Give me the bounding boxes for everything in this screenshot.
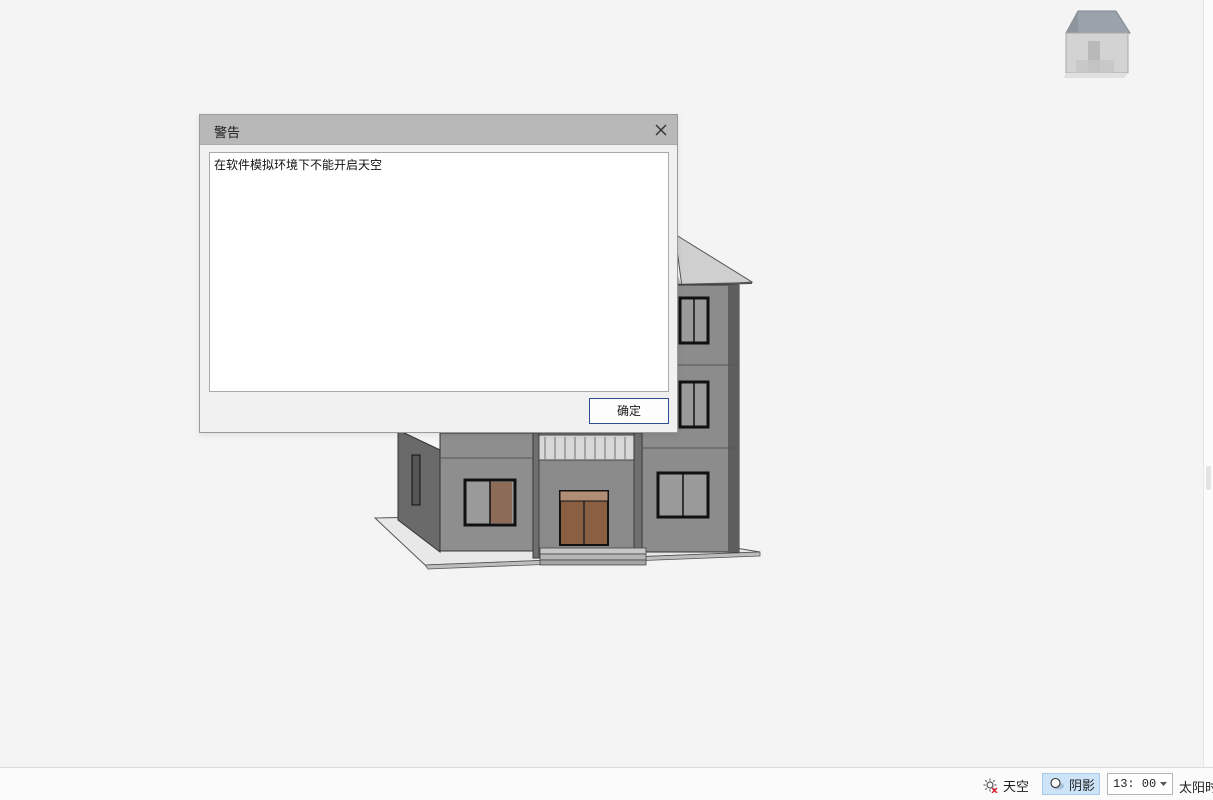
- view-cube[interactable]: [1058, 8, 1134, 78]
- sun-time-select[interactable]: 13: 00: [1107, 773, 1173, 795]
- dialog-title: 警告: [214, 125, 241, 140]
- sky-toggle[interactable]: 天空: [979, 775, 1033, 795]
- close-icon[interactable]: [651, 120, 671, 140]
- dialog-titlebar[interactable]: 警告: [200, 115, 677, 145]
- shadow-toggle[interactable]: 阴影: [1042, 773, 1100, 795]
- time-value: 13: 00: [1113, 777, 1157, 791]
- status-bar: 天空 阴影 13: 00 太阳时: [0, 767, 1213, 800]
- right-panel-scrollbar[interactable]: [1203, 0, 1213, 767]
- sky-label: 天空: [1003, 778, 1030, 794]
- warning-dialog: 警告 在软件模拟环境下不能开启天空 确定: [199, 114, 678, 433]
- warning-message: 在软件模拟环境下不能开启天空: [209, 152, 669, 392]
- scroll-grip[interactable]: [1206, 466, 1211, 490]
- chevron-down-icon: [1160, 782, 1167, 786]
- ok-button[interactable]: 确定: [589, 398, 669, 424]
- sky-disabled-icon: [983, 778, 998, 793]
- shadow-label: 阴影: [1069, 777, 1096, 793]
- sun-time-label: 太阳时: [1179, 780, 1213, 795]
- shadow-icon: [1050, 777, 1064, 790]
